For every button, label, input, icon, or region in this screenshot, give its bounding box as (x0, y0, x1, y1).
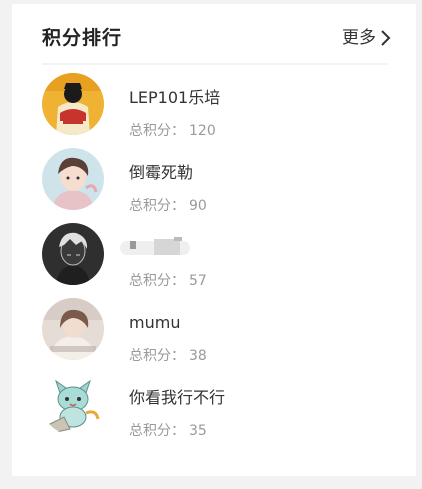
user-name: mumu (129, 313, 181, 332)
ranking-list: LEP101乐培 总积分： 120 倒霉死勒 总积分： 90 总积分： 57 m… (42, 73, 388, 448)
list-item[interactable]: 总积分： 57 (42, 223, 388, 298)
list-item[interactable]: mumu 总积分： 38 (42, 298, 388, 373)
header-divider (42, 63, 388, 65)
score-label: 总积分： (129, 198, 185, 214)
score-label: 总积分： (129, 123, 185, 139)
list-item[interactable]: 倒霉死勒 总积分： 90 (42, 148, 388, 223)
avatar (42, 148, 104, 210)
panel-title: 积分排行 (42, 27, 123, 49)
ranking-header: 积分排行 更多 (42, 26, 398, 50)
score-value: 35 (189, 423, 207, 439)
user-name: 你看我行不行 (129, 388, 226, 407)
avatar (42, 223, 104, 285)
blurred-name-image (114, 231, 204, 257)
chevron-right-icon (378, 26, 392, 50)
user-name: LEP101乐培 (129, 88, 221, 107)
score-value: 38 (189, 348, 207, 364)
user-score: 总积分： 35 (129, 421, 207, 441)
more-label: 更多 (342, 28, 376, 48)
score-label: 总积分： (129, 348, 185, 364)
user-score: 总积分： 90 (129, 196, 207, 216)
list-item[interactable]: LEP101乐培 总积分： 120 (42, 73, 388, 148)
ranking-card: 积分排行 更多 LEP101乐培 总积分： 120 倒霉死勒 总积分： 90 总… (12, 4, 416, 476)
score-value: 57 (189, 273, 207, 289)
user-name: 倒霉死勒 (129, 163, 194, 182)
score-label: 总积分： (129, 423, 185, 439)
user-score: 总积分： 57 (129, 271, 207, 291)
more-link[interactable]: 更多 (342, 26, 392, 50)
score-value: 90 (189, 198, 207, 214)
list-item[interactable]: 你看我行不行 总积分： 35 (42, 373, 388, 448)
score-value: 120 (189, 123, 216, 139)
user-score: 总积分： 38 (129, 346, 207, 366)
avatar (42, 373, 104, 435)
user-score: 总积分： 120 (129, 121, 216, 141)
avatar (42, 73, 104, 135)
avatar (42, 298, 104, 360)
score-label: 总积分： (129, 273, 185, 289)
